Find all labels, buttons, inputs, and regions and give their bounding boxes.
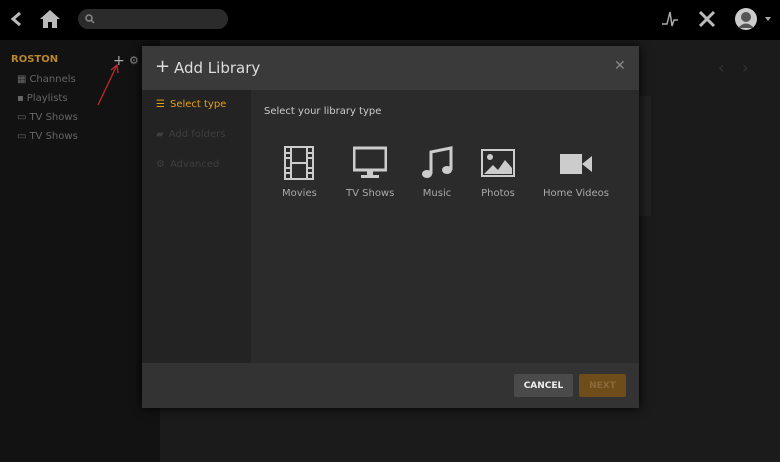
dialog-title: Add Library xyxy=(174,59,261,77)
activity-icon[interactable] xyxy=(662,10,678,28)
add-library-dialog: + Add Library ✕ ☰ Select type ▰ Add folder… xyxy=(142,46,639,408)
music-note-icon xyxy=(422,146,453,178)
type-home-videos[interactable]: Home Videos xyxy=(543,146,609,199)
gear-icon[interactable]: ⚙ xyxy=(129,54,139,67)
tv-icon xyxy=(353,146,388,178)
next-button[interactable]: NEXT xyxy=(579,374,626,397)
type-photos[interactable]: Photos xyxy=(481,146,515,199)
home-icon[interactable] xyxy=(39,9,61,29)
search-input[interactable] xyxy=(78,9,228,29)
photo-icon xyxy=(481,149,515,177)
list-icon: ☰ xyxy=(156,99,165,110)
playlist-icon: ▪ xyxy=(17,93,24,104)
video-camera-icon xyxy=(559,154,592,174)
type-movies[interactable]: Movies xyxy=(282,146,317,199)
plus-icon: + xyxy=(155,56,171,77)
type-music[interactable]: Music xyxy=(421,146,453,199)
prev-icon[interactable]: ‹ xyxy=(718,58,724,77)
back-icon[interactable] xyxy=(10,11,24,27)
settings-tools-icon[interactable] xyxy=(697,9,717,29)
step-add-folders: ▰ Add folders xyxy=(156,129,226,140)
sidebar-item-tv-shows[interactable]: ▭ TV Shows xyxy=(17,112,78,123)
red-arrow-annotation xyxy=(97,63,119,106)
folder-icon: ▰ xyxy=(156,129,164,140)
step-select-type[interactable]: ☰ Select type xyxy=(156,99,226,110)
search-icon xyxy=(85,14,95,24)
user-avatar[interactable] xyxy=(734,7,774,31)
tv-icon: ▭ xyxy=(17,112,27,123)
sidebar-item-channels[interactable]: ▦ Channels xyxy=(17,74,76,85)
tv-icon: ▭ xyxy=(17,131,27,142)
grid-icon: ▦ xyxy=(17,74,27,85)
type-tv-shows[interactable]: TV Shows xyxy=(346,146,394,199)
prompt-text: Select your library type xyxy=(264,106,382,117)
film-icon xyxy=(284,146,315,180)
cancel-button[interactable]: CANCEL xyxy=(514,374,573,397)
next-icon[interactable]: › xyxy=(742,58,748,77)
step-advanced: ⚙ Advanced xyxy=(156,159,220,170)
sidebar-item-tv-shows-2[interactable]: ▭ TV Shows xyxy=(17,131,78,142)
server-name[interactable]: ROSTON xyxy=(11,54,58,65)
sidebar-item-playlists[interactable]: ▪ Playlists xyxy=(17,93,68,104)
background-poster xyxy=(639,96,651,216)
gear-icon: ⚙ xyxy=(156,159,165,170)
top-bar xyxy=(0,0,780,40)
close-icon[interactable]: ✕ xyxy=(614,58,626,74)
